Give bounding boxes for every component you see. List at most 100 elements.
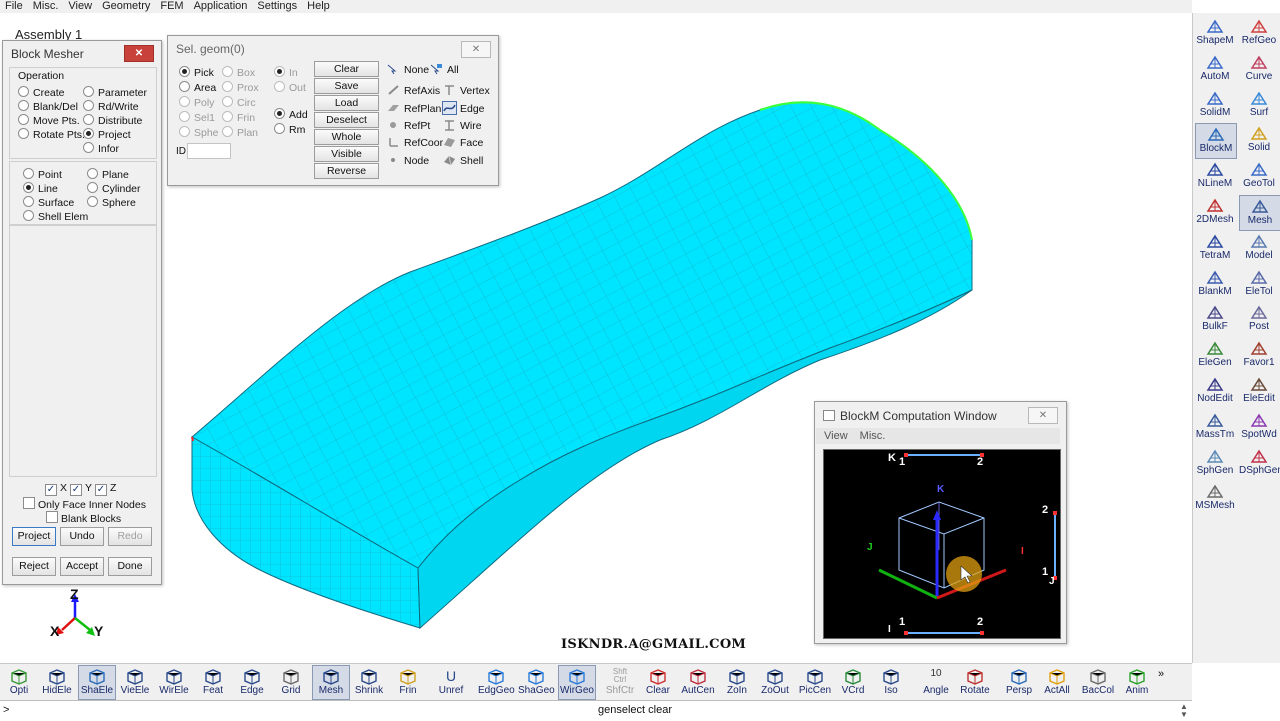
toolbar-grid-button[interactable]: Grid: [273, 666, 309, 699]
toolbar-favor1-button[interactable]: Favor1: [1239, 338, 1279, 372]
block-topology-view[interactable]: K 1 2 K J I 2 1 J 1 2 I: [823, 449, 1061, 639]
toolbar-mesh-button[interactable]: Mesh: [1239, 195, 1280, 231]
blockm-window-titlebar[interactable]: BlockM Computation Window ✕: [815, 402, 1066, 426]
toolbar-eletol-button[interactable]: EleTol: [1239, 267, 1279, 301]
type-vertex[interactable]: Vertex: [443, 84, 490, 98]
clear-button[interactable]: Clear: [314, 61, 379, 77]
rm-radio[interactable]: Rm: [274, 123, 305, 136]
toolbar-vcrd-button[interactable]: VCrd: [835, 666, 871, 699]
target-surface-radio[interactable]: Surface: [23, 196, 74, 209]
toolbar-eleedit-button[interactable]: EleEdit: [1239, 374, 1279, 408]
toolbar-opti-button[interactable]: Opti: [1, 666, 37, 699]
type-refplan[interactable]: RefPlan: [387, 102, 441, 116]
toolbar-zoout-button[interactable]: ZoOut: [757, 666, 793, 699]
deselect-button[interactable]: Deselect: [314, 112, 379, 128]
close-icon[interactable]: ✕: [1028, 407, 1058, 424]
toolbar-baccol-button[interactable]: BacCol: [1080, 666, 1116, 699]
op-parameter-radio[interactable]: Parameter: [83, 86, 147, 99]
menu-settings[interactable]: Settings: [252, 0, 302, 12]
close-icon[interactable]: ✕: [124, 45, 154, 62]
toolbar-mesh-button[interactable]: Mesh: [312, 665, 350, 700]
toolbar-zoin-button[interactable]: ZoIn: [719, 666, 755, 699]
op-blank-del-radio[interactable]: Blank/Del: [18, 100, 78, 113]
toolbar-iso-button[interactable]: Iso: [873, 666, 909, 699]
op-create-radio[interactable]: Create: [18, 86, 65, 99]
mode-sel1-radio[interactable]: Sel1: [179, 111, 215, 124]
toolbar-curve-button[interactable]: Curve: [1239, 52, 1279, 86]
toolbar-shapem-button[interactable]: ShapeM: [1195, 16, 1235, 50]
toolbar-clear-button[interactable]: Clear: [640, 666, 676, 699]
toolbar-nodedit-button[interactable]: NodEdit: [1195, 374, 1235, 408]
type-refpt[interactable]: RefPt: [387, 119, 430, 133]
toolbar-post-button[interactable]: Post: [1239, 302, 1279, 336]
toolbar-masstm-button[interactable]: MassTm: [1195, 410, 1235, 444]
type-node[interactable]: Node: [387, 154, 429, 168]
toolbar-piccen-button[interactable]: PicCen: [797, 666, 833, 699]
type-edge[interactable]: Edge: [442, 101, 485, 116]
mode-circ-radio[interactable]: Circ: [222, 96, 256, 109]
menu-geometry[interactable]: Geometry: [97, 0, 155, 12]
toolbar-more-icon[interactable]: »: [1158, 668, 1164, 680]
toolbar-nlinem-button[interactable]: NLineM: [1195, 159, 1235, 193]
toolbar-refgeo-button[interactable]: RefGeo: [1239, 16, 1279, 50]
op-project-radio[interactable]: Project: [83, 128, 131, 141]
mode-plan-radio[interactable]: Plan: [222, 126, 258, 139]
target-plane-radio[interactable]: Plane: [87, 168, 129, 181]
toolbar-unref-button[interactable]: U Unref: [433, 666, 469, 699]
mode-area-radio[interactable]: Area: [179, 81, 216, 94]
type-shell[interactable]: Shell: [443, 154, 483, 168]
out-radio[interactable]: Out: [274, 81, 306, 94]
menu-file[interactable]: File: [0, 0, 28, 12]
save-button[interactable]: Save: [314, 78, 379, 94]
accept-button[interactable]: Accept: [60, 557, 104, 576]
toolbar-dsphgen-button[interactable]: DSphGen: [1239, 446, 1280, 480]
type-face[interactable]: Face: [443, 136, 483, 150]
blank-blocks-checkbox[interactable]: Blank Blocks: [46, 511, 121, 525]
id-input[interactable]: [187, 143, 231, 159]
command-bar[interactable]: > genselect clear ▲ ▼: [0, 700, 1192, 721]
axis-x-checkbox[interactable]: ✓ X: [45, 482, 67, 496]
mode-poly-radio[interactable]: Poly: [179, 96, 214, 109]
target-sphere-radio[interactable]: Sphere: [87, 196, 136, 209]
toolbar-edge-button[interactable]: Edge: [234, 666, 270, 699]
toolbar-blankm-button[interactable]: BlankM: [1195, 267, 1235, 301]
toolbar-wirele-button[interactable]: WirEle: [156, 666, 192, 699]
mode-sphe-radio[interactable]: Sphe: [179, 126, 219, 139]
toolbar-solidm-button[interactable]: SolidM: [1195, 88, 1235, 122]
toolbar-wirgeo-button[interactable]: WirGeo: [558, 665, 596, 700]
op-rotate-pts-radio[interactable]: Rotate Pts.: [18, 128, 85, 141]
blockm-menu-misc[interactable]: Misc.: [848, 428, 886, 442]
whole-button[interactable]: Whole: [314, 129, 379, 145]
target-shell-elem-radio[interactable]: Shell Elem: [23, 210, 88, 223]
toolbar-shfctr-button[interactable]: Shft Ctrl ShfCtr: [602, 666, 638, 699]
menu-fem[interactable]: FEM: [155, 0, 188, 12]
visible-button[interactable]: Visible: [314, 146, 379, 162]
toolbar-persp-button[interactable]: Persp: [1001, 666, 1037, 699]
toolbar-angle-button[interactable]: 10 Angle: [918, 666, 954, 699]
toolbar-blockm-button[interactable]: BlockM: [1195, 123, 1237, 160]
axis-z-checkbox[interactable]: ✓ Z: [95, 482, 116, 496]
add-radio[interactable]: Add: [274, 108, 308, 121]
toolbar-feat-button[interactable]: Feat: [195, 666, 231, 699]
op-distribute-radio[interactable]: Distribute: [83, 114, 142, 127]
toolbar-vieele-button[interactable]: VieEle: [117, 666, 153, 699]
block-mesher-titlebar[interactable]: Block Mesher ✕: [3, 41, 161, 65]
toolbar-spotwd-button[interactable]: SpotWd: [1239, 410, 1279, 444]
undo-button[interactable]: Undo: [60, 527, 104, 546]
menu-help[interactable]: Help: [302, 0, 335, 12]
toolbar-tetram-button[interactable]: TetraM: [1195, 231, 1235, 265]
toolbar-shrink-button[interactable]: Shrink: [351, 666, 387, 699]
toolbar-autom-button[interactable]: AutoM: [1195, 52, 1235, 86]
op-infor-radio[interactable]: Infor: [83, 142, 119, 155]
reject-button[interactable]: Reject: [12, 557, 56, 576]
only-face-inner-nodes-checkbox[interactable]: Only Face Inner Nodes: [23, 497, 146, 511]
menu-view[interactable]: View: [63, 0, 97, 12]
project-button[interactable]: Project: [12, 527, 56, 546]
toolbar-geotol-button[interactable]: GeoTol: [1239, 159, 1279, 193]
menu-misc[interactable]: Misc.: [28, 0, 64, 12]
target-line-radio[interactable]: Line: [23, 182, 58, 195]
select-all-button[interactable]: All: [430, 63, 459, 77]
toolbar-anim-button[interactable]: Anim: [1119, 666, 1155, 699]
redo-button[interactable]: Redo: [108, 527, 152, 546]
toolbar-bulkf-button[interactable]: BulkF: [1195, 302, 1235, 336]
